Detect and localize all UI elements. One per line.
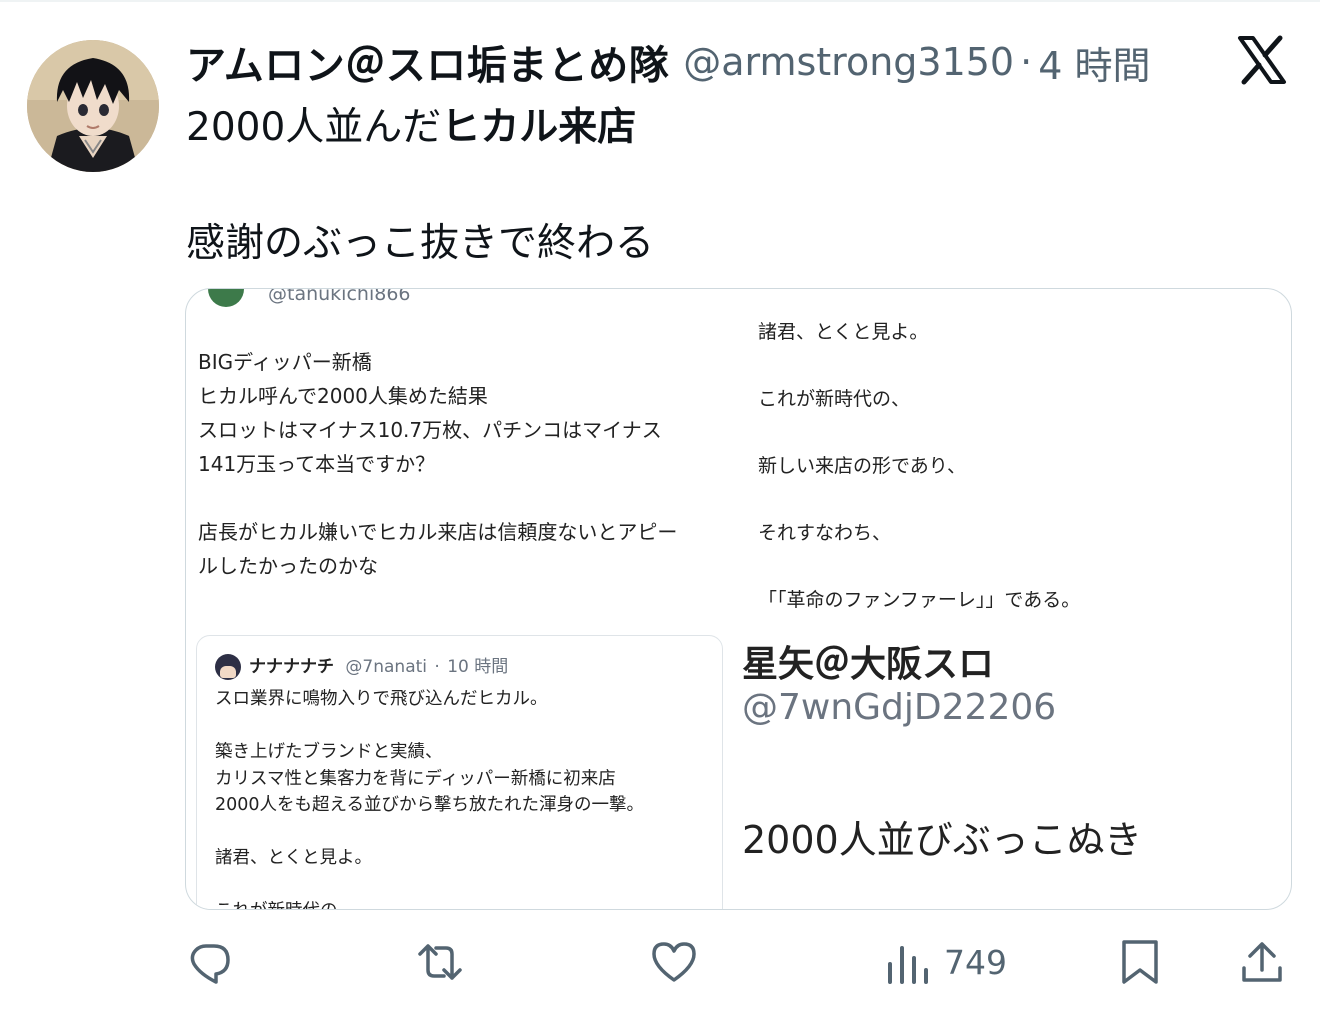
post-header: アムロン＠スロ垢まとめ隊 @armstrong3150 · 4 時間 xyxy=(186,34,1150,90)
embedded-handle: @tanukichi866 xyxy=(268,289,411,305)
embedded-right-name: 星矢＠大阪スロ xyxy=(742,644,995,685)
post-text-line-2: 感謝のぶっこ抜きで終わる xyxy=(186,221,655,266)
embedded-right-handle: @7wnGdjD22206 xyxy=(742,687,1057,728)
embedded-avatar xyxy=(208,289,244,307)
heart-icon xyxy=(652,942,696,982)
embedded-right-text: 諸君、とくと見よ。 これが新時代の、 新しい来店の形であり、 それすなわち、 「… xyxy=(758,321,1081,611)
views-button[interactable]: 749 xyxy=(884,934,1007,990)
media-left-screenshot: @tanukichi866 BIGディッパー新橋 ヒカル呼んで2000人集めた結… xyxy=(186,289,742,909)
quote-author-name: ナナナナチ xyxy=(249,657,334,677)
post-timestamp[interactable]: 4 時間 xyxy=(1038,35,1150,90)
x-logo-icon xyxy=(1236,34,1288,86)
top-divider xyxy=(0,0,1320,2)
repost-button[interactable] xyxy=(416,934,464,990)
avatar-illustration xyxy=(27,40,159,172)
quote-header: ナナナナチ @7nanati · 10 時間 xyxy=(249,652,508,677)
media-right-screenshot: 諸君、とくと見よ。 これが新時代の、 新しい来店の形であり、 それすなわち、 「… xyxy=(742,289,1291,909)
embedded-post-text: BIGディッパー新橋 ヒカル呼んで2000人集めた結果 スロットはマイナス10.… xyxy=(198,350,678,578)
post-text-bold: ヒカル来店 xyxy=(441,105,637,150)
author-avatar[interactable] xyxy=(27,40,159,172)
quote-author-handle: @7nanati xyxy=(345,657,427,677)
action-bar: 749 xyxy=(0,930,1320,994)
reply-button[interactable] xyxy=(186,934,234,990)
reply-icon xyxy=(190,944,230,984)
post-text-line-1: 2000人並んだヒカル来店 xyxy=(186,96,636,152)
repost-icon xyxy=(418,944,462,980)
post-media-image[interactable]: @tanukichi866 BIGディッパー新橋 ヒカル呼んで2000人集めた結… xyxy=(185,288,1292,910)
quote-text: スロ業界に鳴物入りで飛び込んだヒカル。 築き上げたブランドと実績、 カリスマ性と… xyxy=(215,689,645,909)
quote-time: 10 時間 xyxy=(447,657,509,677)
embedded-right-body: 2000人並びぶっこぬき xyxy=(742,818,1142,862)
like-button[interactable] xyxy=(650,934,698,990)
views-count: 749 xyxy=(944,942,1007,982)
share-icon xyxy=(1242,942,1282,982)
share-button[interactable] xyxy=(1238,934,1286,990)
bookmark-button[interactable] xyxy=(1116,934,1164,990)
separator-dot: · xyxy=(1020,40,1033,84)
views-icon xyxy=(888,946,928,984)
quote-dot: · xyxy=(434,657,440,677)
quote-avatar xyxy=(215,654,241,680)
author-handle[interactable]: @armstrong3150 xyxy=(683,40,1014,84)
embedded-quote-card: ナナナナチ @7nanati · 10 時間 スロ業界に鳴物入りで飛び込んだヒカ… xyxy=(196,635,723,909)
author-name[interactable]: アムロン＠スロ垢まとめ隊 xyxy=(186,33,669,91)
post-text-plain: 2000人並んだ xyxy=(186,105,442,150)
bookmark-icon xyxy=(1122,940,1158,984)
